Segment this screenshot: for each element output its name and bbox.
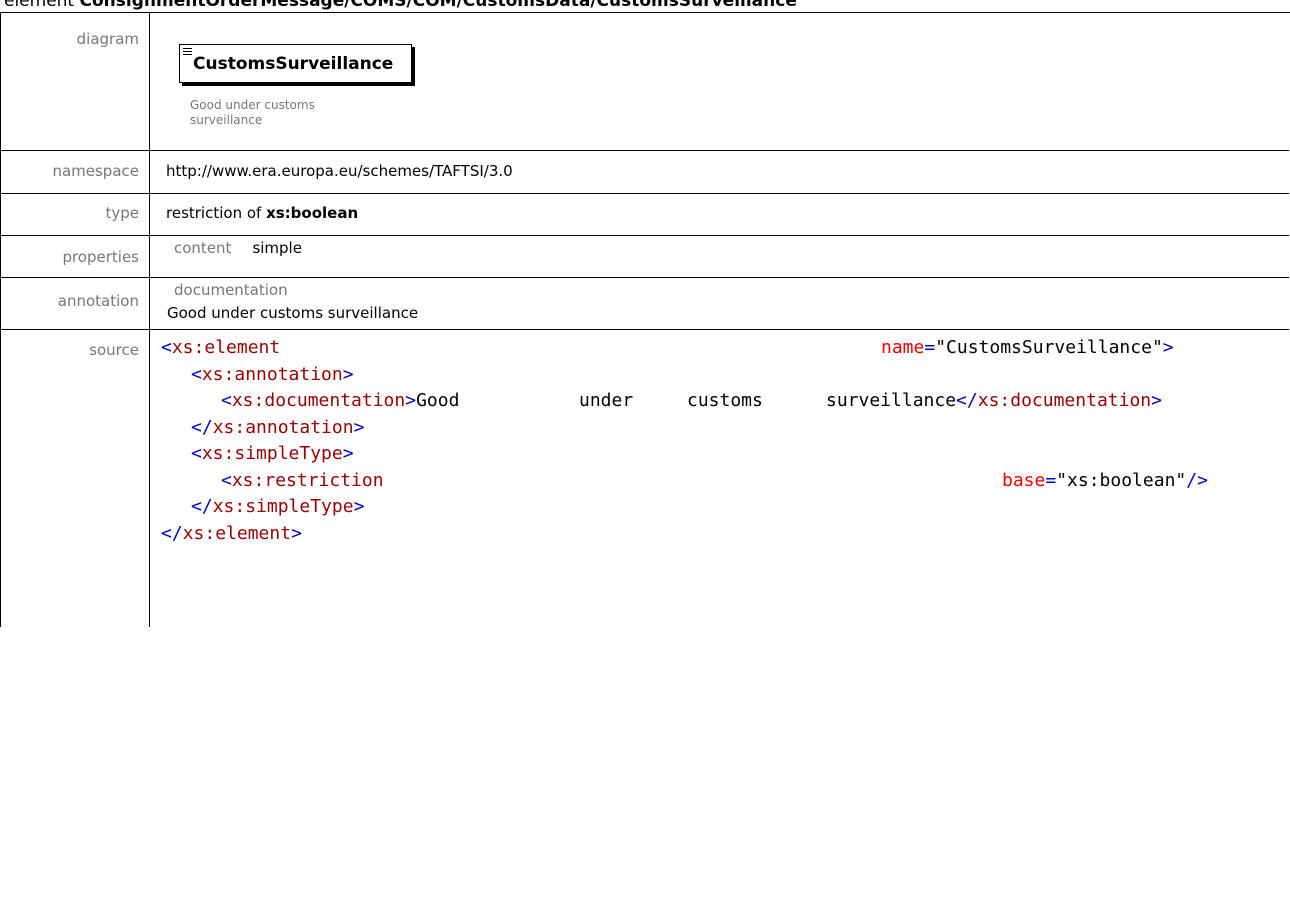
code-line-2: <xs:annotation> [191,363,354,385]
code-text: customs [687,390,763,411]
page-title: element ConsignmentOrderMessage/COMS/COM… [4,0,797,12]
annotation-key: documentation [174,281,288,299]
properties-row: properties content simple [1,236,1289,278]
properties-key: content [174,239,232,257]
code-tag: xs:simpleType [212,496,354,517]
code-text: surveillance [826,390,957,411]
code-tag: xs:annotation [212,416,354,438]
diagram-label: diagram [76,30,139,48]
source-code: <xs:element name="CustomsSurveillance"> … [161,335,1281,544]
code-tag: xs:element [182,522,292,544]
namespace-label: namespace [52,162,139,180]
type-label: type [105,204,139,222]
code-tag: xs:element [171,337,281,358]
code-line-3: <xs:documentation>Good [221,390,460,411]
code-line-1-attr: name="CustomsSurveillance"> [881,337,1174,358]
code-line-1: <xs:element [161,337,281,358]
namespace-value: http://www.era.europa.eu/schemes/TAFTSI/… [166,162,513,180]
element-path: ConsignmentOrderMessage/COMS/COM/Customs… [79,0,797,11]
code-line-8: </xs:element> [161,522,302,544]
code-tag: xs:documentation [977,390,1152,411]
namespace-row: namespace http://www.era.europa.eu/schem… [1,151,1289,194]
code-line-3-w4: surveillance</xs:documentation> [826,390,1162,411]
code-tag: xs:simpleType [201,443,343,464]
element-table: diagram CustomsSurveillance Good under c… [0,12,1290,627]
properties-content: content simple [174,239,1281,257]
type-value: restriction of xs:boolean [166,204,1281,222]
code-tag: xs:documentation [231,390,406,411]
element-lines-icon [183,48,192,57]
code-line-3-w2: under [579,388,633,415]
code-line-4: </xs:annotation> [191,416,365,438]
code-attr-value: "CustomsSurveillance" [935,337,1163,358]
code-line-6-attr: base="xs:boolean"/> [1002,469,1208,491]
source-label: source [89,341,139,359]
code-attr: name [881,337,925,358]
diagram-note: Good under customs surveillance [190,98,315,127]
source-row: source <xs:element name="CustomsSurveill… [1,330,1289,627]
code-attr-value: "xs:boolean" [1056,469,1187,491]
element-diagram-box[interactable]: CustomsSurveillance [179,44,412,83]
diagram-element-name: CustomsSurveillance [193,54,394,74]
title-prefix: element [4,0,80,11]
code-line-3-w3: customs [687,388,763,415]
code-text: Good [416,390,460,411]
code-line-6: <xs:restriction [221,469,384,491]
type-base: xs:boolean [266,204,359,222]
code-text: under [579,390,634,411]
type-row: type restriction of xs:boolean [1,194,1289,236]
diagram-row: diagram CustomsSurveillance Good under c… [1,13,1289,151]
code-line-7: </xs:simpleType> [191,496,365,517]
code-line-5: <xs:simpleType> [191,443,354,464]
code-tag: xs:restriction [231,469,384,491]
properties-value: simple [252,239,302,257]
annotation-row: annotation documentation Good under cust… [1,278,1289,330]
annotation-label: annotation [57,292,139,310]
code-tag: xs:annotation [201,363,343,385]
type-prefix: restriction of [166,204,267,222]
code-attr: base [1002,469,1046,491]
annotation-value: Good under customs surveillance [167,304,419,322]
properties-label: properties [62,248,139,266]
